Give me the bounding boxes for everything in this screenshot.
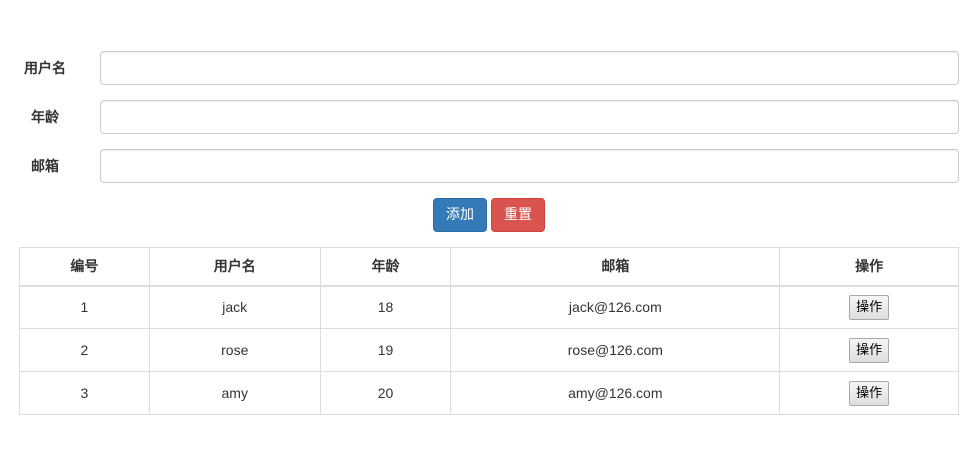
age-row: 年龄 [0, 100, 977, 134]
email-row: 邮箱 [0, 149, 977, 183]
header-age: 年龄 [319, 247, 452, 287]
cell-age: 18 [319, 285, 452, 329]
cell-id: 2 [19, 328, 150, 372]
header-username: 用户名 [148, 247, 321, 287]
reset-button[interactable]: 重置 [491, 198, 545, 232]
username-input[interactable] [100, 51, 959, 85]
operation-button[interactable]: 操作 [849, 294, 890, 320]
table-header-row: 编号 用户名 年龄 邮箱 操作 [19, 247, 959, 287]
cell-username: amy [148, 371, 321, 415]
header-operation: 操作 [779, 247, 959, 287]
header-email: 邮箱 [450, 247, 781, 287]
add-button[interactable]: 添加 [433, 198, 487, 232]
form-actions: 添加 重置 [0, 198, 977, 232]
user-table: 编号 用户名 年龄 邮箱 操作 1 jack 18 jack@126.com 操… [19, 247, 959, 415]
username-row: 用户名 [0, 51, 977, 85]
cell-email: amy@126.com [450, 371, 781, 415]
cell-email: rose@126.com [450, 328, 781, 372]
table-row: 2 rose 19 rose@126.com 操作 [19, 328, 959, 372]
email-input[interactable] [100, 149, 959, 183]
cell-operation: 操作 [779, 328, 959, 372]
username-label: 用户名 [24, 60, 66, 76]
operation-button[interactable]: 操作 [849, 380, 890, 406]
cell-username: rose [148, 328, 321, 372]
cell-age: 20 [319, 371, 452, 415]
cell-operation: 操作 [779, 285, 959, 329]
cell-operation: 操作 [779, 371, 959, 415]
cell-id: 3 [19, 371, 150, 415]
cell-email: jack@126.com [450, 285, 781, 329]
table-row: 1 jack 18 jack@126.com 操作 [19, 285, 959, 329]
age-label: 年龄 [31, 109, 59, 125]
age-input[interactable] [100, 100, 959, 134]
header-id: 编号 [19, 247, 150, 287]
cell-age: 19 [319, 328, 452, 372]
cell-username: jack [148, 285, 321, 329]
table-row: 3 amy 20 amy@126.com 操作 [19, 371, 959, 415]
email-label: 邮箱 [31, 158, 59, 174]
cell-id: 1 [19, 285, 150, 329]
operation-button[interactable]: 操作 [849, 337, 890, 363]
